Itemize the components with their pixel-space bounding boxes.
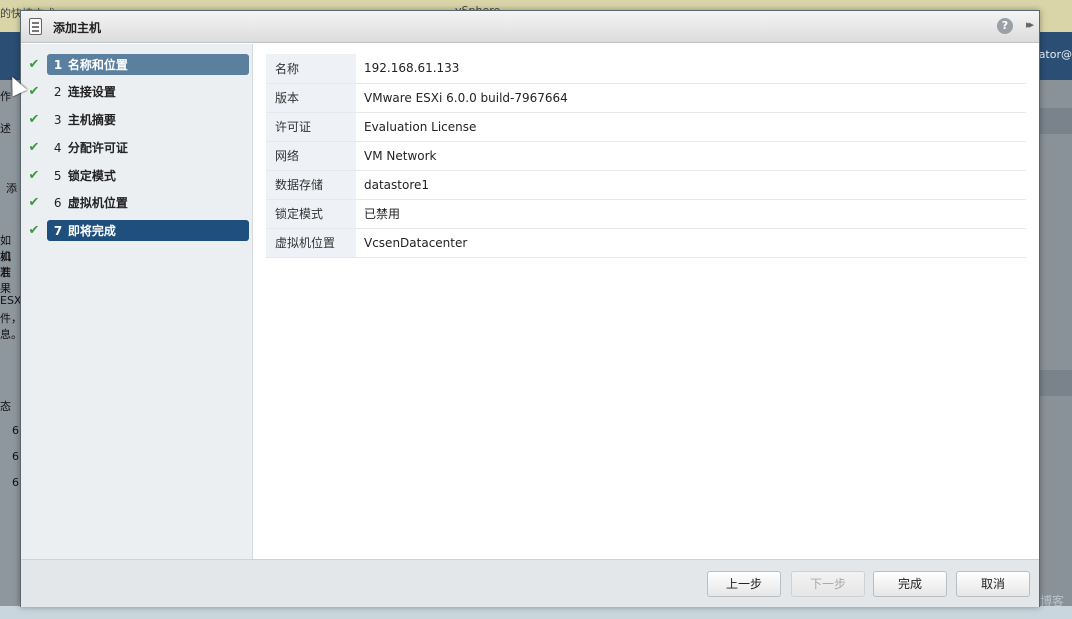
step-pill: 3 主机摘要 [47, 109, 249, 130]
check-icon: ✔ [28, 140, 40, 155]
expand-icon[interactable]: ▸▸ [1026, 18, 1034, 31]
step-pill: 6 虚拟机位置 [47, 192, 249, 213]
step-pill: 5 锁定模式 [47, 165, 249, 186]
bg-fragment: ESX [0, 294, 22, 307]
step-lockdown-mode[interactable]: ✔ 5 锁定模式 [25, 165, 249, 186]
summary-row: 版本 VMware ESXi 6.0.0 build-7967664 [266, 83, 1026, 113]
dialog-titlebar: 添加主机 ? ▸▸ [21, 11, 1039, 43]
summary-value: Evaluation License [356, 112, 1026, 142]
step-number: 1 [53, 57, 63, 72]
bg-fragment: 6 [12, 450, 19, 463]
background-left-panel: 作 述 添 如如 机准 若果 ESX 件， 息。 态 6 6 6 [0, 80, 22, 619]
background-right-panel [1040, 80, 1072, 619]
summary-row: 网络 VM Network [266, 141, 1026, 171]
step-pill: 4 分配许可证 [47, 137, 249, 158]
step-label: 锁定模式 [67, 169, 116, 183]
summary-key: 虚拟机位置 [266, 228, 356, 258]
bg-fragment: 件， [0, 312, 22, 325]
check-icon: ✔ [28, 223, 40, 238]
dialog-footer: 上一步 下一步 完成 取消 [21, 559, 1039, 607]
help-icon[interactable]: ? [997, 18, 1013, 34]
step-ready-to-complete[interactable]: ✔ 7 即将完成 [25, 220, 249, 241]
step-number: 3 [53, 112, 62, 127]
next-button[interactable]: 下一步 [791, 571, 865, 597]
step-label: 虚拟机位置 [67, 196, 128, 210]
background-bottom-bar [0, 606, 1072, 619]
step-name-location[interactable]: ✔ 1 名称和位置 [25, 54, 249, 75]
check-icon: ✔ [28, 195, 40, 210]
cancel-button[interactable]: 取消 [956, 571, 1030, 597]
step-assign-license[interactable]: ✔ 4 分配许可证 [25, 137, 249, 158]
step-pill: 1 名称和位置 [46, 54, 249, 75]
step-host-summary[interactable]: ✔ 3 主机摘要 [25, 109, 249, 130]
summary-key: 锁定模式 [266, 199, 356, 229]
finish-button[interactable]: 完成 [873, 571, 947, 597]
summary-value: 192.168.61.133 [356, 54, 1026, 84]
summary-value: VM Network [356, 141, 1026, 171]
bg-fragment: 6 [12, 476, 19, 489]
step-number: 7 [53, 223, 63, 238]
summary-row: 许可证 Evaluation License [266, 112, 1026, 142]
bg-fragment: 6 [12, 424, 19, 437]
summary-key: 数据存储 [266, 170, 356, 200]
bg-fragment: 添 [6, 182, 17, 195]
check-icon: ✔ [28, 168, 40, 183]
bg-band [1040, 370, 1072, 396]
summary-key: 版本 [266, 83, 356, 113]
summary-key: 网络 [266, 141, 356, 171]
summary-panel: 名称 192.168.61.133 版本 VMware ESXi 6.0.0 b… [254, 44, 1039, 559]
step-pill: 2 连接设置 [47, 81, 249, 102]
summary-value: datastore1 [356, 170, 1026, 200]
summary-value: VMware ESXi 6.0.0 build-7967664 [356, 83, 1026, 113]
step-pill: 7 即将完成 [46, 220, 249, 241]
summary-key: 名称 [266, 54, 356, 84]
summary-key: 许可证 [266, 112, 356, 142]
dialog-title: 添加主机 [53, 21, 102, 35]
bg-fragment: 若果 [0, 266, 11, 295]
check-icon: ✔ [28, 84, 40, 99]
back-button[interactable]: 上一步 [707, 571, 781, 597]
summary-row: 数据存储 datastore1 [266, 170, 1026, 200]
summary-table: 名称 192.168.61.133 版本 VMware ESXi 6.0.0 b… [266, 54, 1026, 258]
background-user: ator@ [1038, 48, 1072, 61]
step-connection-settings[interactable]: ✔ 2 连接设置 [25, 81, 249, 102]
wizard-steps: ✔ 1 名称和位置 ✔ 2 连接设置 ✔ 3 主机摘要 ✔ 4 分配许可证 ✔ … [21, 44, 253, 559]
step-number: 6 [53, 195, 62, 210]
summary-value: VcsenDatacenter [356, 228, 1026, 258]
step-label: 即将完成 [67, 224, 116, 238]
step-number: 5 [53, 168, 62, 183]
step-label: 连接设置 [67, 85, 116, 99]
step-number: 4 [53, 140, 62, 155]
bg-fragment: 态 [0, 400, 11, 413]
summary-row: 锁定模式 已禁用 [266, 199, 1026, 229]
bg-fragment: 息。 [0, 328, 22, 341]
step-number: 2 [53, 84, 62, 99]
summary-row: 名称 192.168.61.133 [266, 54, 1026, 84]
check-icon: ✔ [28, 112, 40, 127]
step-label: 主机摘要 [67, 113, 116, 127]
check-icon: ✔ [28, 57, 40, 72]
step-vm-location[interactable]: ✔ 6 虚拟机位置 [25, 192, 249, 213]
host-icon [29, 18, 42, 35]
step-label: 名称和位置 [67, 58, 128, 72]
add-host-dialog: 添加主机 ? ▸▸ ✔ 1 名称和位置 ✔ 2 连接设置 ✔ 3 主机摘要 ✔ … [20, 10, 1040, 607]
summary-row: 虚拟机位置 VcsenDatacenter [266, 228, 1026, 258]
summary-value: 已禁用 [356, 199, 1026, 229]
bg-fragment: 述 [0, 122, 11, 135]
step-label: 分配许可证 [67, 141, 128, 155]
bg-band [1040, 108, 1072, 134]
